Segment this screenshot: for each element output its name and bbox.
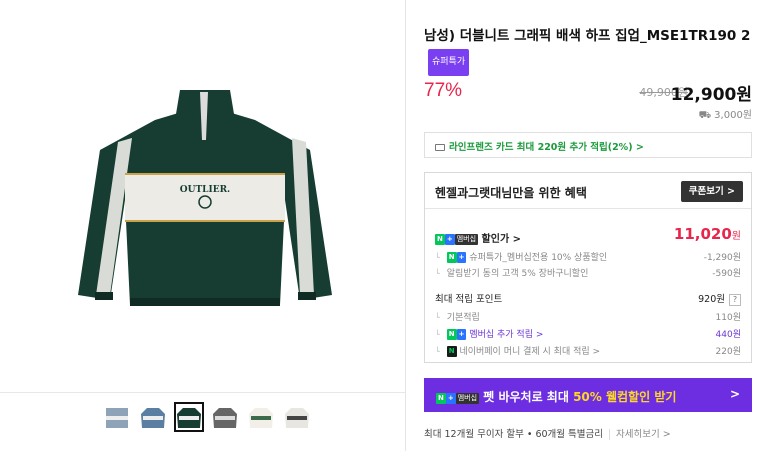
installment-detail-link[interactable]: 자세히보기 > [609, 429, 671, 440]
naver-plus-icon: + [445, 393, 456, 404]
gallery-divider [0, 392, 406, 393]
naver-plus-icon: + [444, 234, 455, 245]
benefit-box: 헨젤과그랫대님만을 위한 혜택 쿠폰보기 > N + 멤버십 할인가 > 11,02… [424, 172, 752, 363]
installment-info: 최대 12개월 무이자 할부 • 60개월 특별금리 자세히보기 > [424, 429, 671, 440]
naver-n-icon: N [446, 329, 457, 340]
naver-n-icon: N [435, 234, 445, 245]
thumbnail-2[interactable] [138, 402, 168, 432]
discount-rate: 77% [424, 80, 463, 101]
thumbnail-4[interactable] [210, 402, 240, 432]
svg-text:OUTLIER.: OUTLIER. [180, 185, 230, 195]
discount-row-1: N+ 슈퍼특가_멤버십전용 10% 상품할인-1,290원 [435, 250, 741, 263]
point-row-1: 기본적립110원 [435, 310, 741, 323]
product-page: OUTLIER. 남성) 더블니트 그래픽 배색 하프 집업_MSE1TR190… [0, 0, 768, 451]
discount-row-2: 알림받기 동의 고객 5% 장바구니할인-590원 [435, 266, 741, 279]
thumbnail-5[interactable] [246, 402, 276, 432]
help-icon[interactable]: ? [729, 294, 741, 306]
naver-pay-icon: N [446, 346, 457, 357]
thumbnail-6[interactable] [282, 402, 312, 432]
super-deal-badge: 슈퍼특가 [428, 49, 470, 76]
point-row-2[interactable]: N+ 멤버십 추가 적립 >440원 [435, 327, 741, 340]
shipping-fee: ⛟ 3,000원 [698, 110, 752, 121]
thumbnail-1[interactable] [102, 402, 132, 432]
points-row: 최대 적립 포인트 920원? [435, 291, 741, 306]
benefit-header: 헨젤과그랫대님만을 위한 혜택 쿠폰보기 > [425, 173, 751, 209]
benefit-title: 헨젤과그랫대님만을 위한 혜택 [435, 186, 587, 200]
membership-banner[interactable]: N + 멤버십 펫 바우처로 최대 50% 웰컴할인 받기 > [424, 378, 752, 412]
arrow-right-icon: > [729, 387, 740, 401]
point-row-3[interactable]: N 네이버페이 머니 결제 시 최대 적립 >220원 [435, 344, 741, 357]
discount-price: 11,020원 [673, 225, 741, 243]
naver-n-icon: N [436, 393, 446, 404]
thumbnail-3[interactable] [174, 402, 204, 432]
card-promo-link[interactable]: 라인프렌즈 카드 최대 220원 추가 적립(2%) > [424, 132, 752, 158]
shipping-icon: ⛟ [698, 110, 712, 121]
sale-price: 12,900원 [670, 85, 752, 105]
naver-n-icon: N [446, 252, 457, 263]
card-icon [435, 144, 445, 151]
coupon-button[interactable]: 쿠폰보기 > [680, 181, 743, 202]
thumbnail-strip [102, 402, 312, 432]
discount-price-row[interactable]: N + 멤버십 할인가 > 11,020원 [435, 225, 741, 245]
main-product-image[interactable]: OUTLIER. [70, 80, 340, 320]
naver-plus-icon: + [456, 329, 467, 340]
product-gallery: OUTLIER. [0, 0, 406, 451]
product-title: 남성) 더블니트 그래픽 배색 하프 집업_MSE1TR190 2슈퍼특가 [424, 24, 752, 76]
naver-plus-icon: + [456, 252, 467, 263]
